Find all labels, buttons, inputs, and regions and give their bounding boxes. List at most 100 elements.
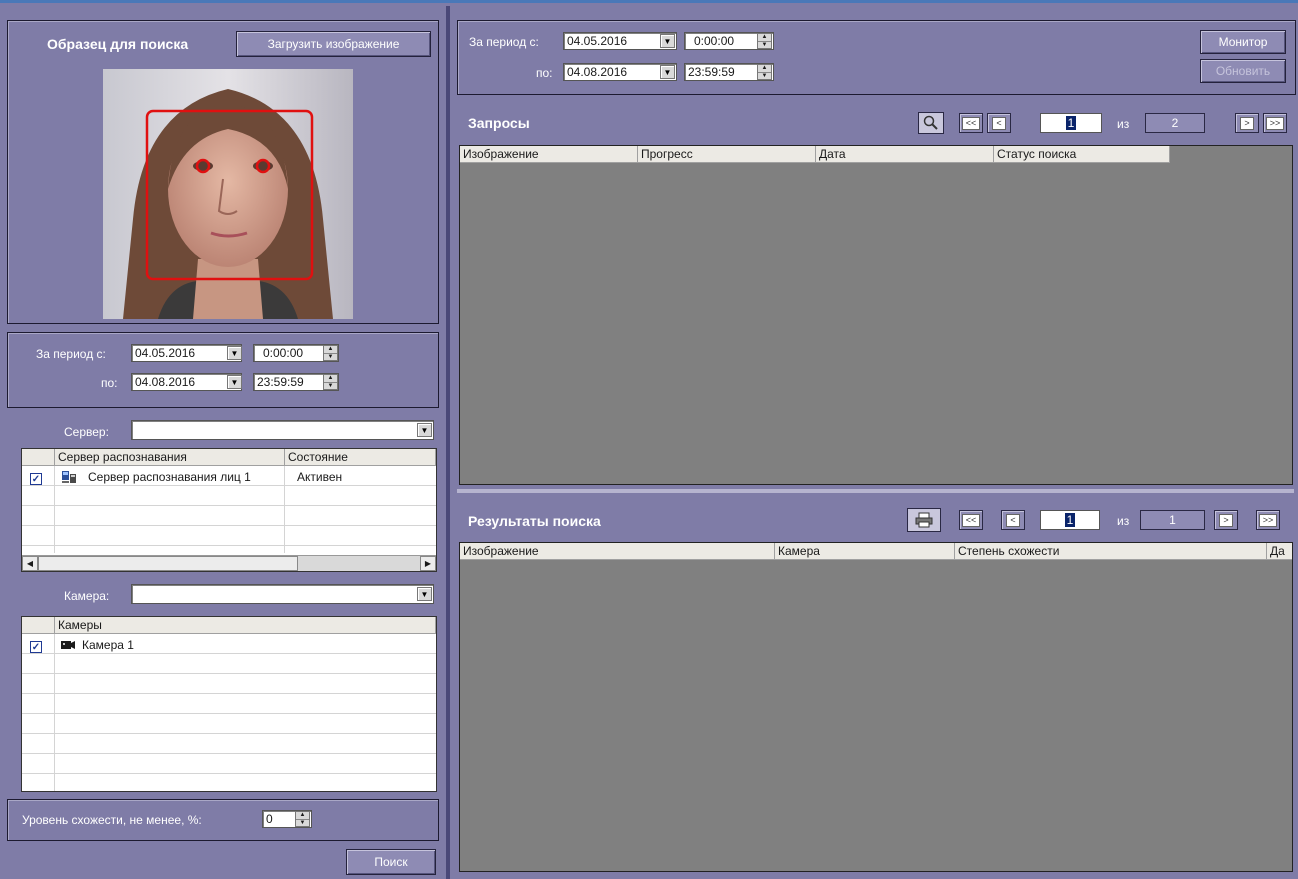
queries-first-page-button[interactable]: << [959,113,983,133]
list-item [22,714,436,734]
queries-page-value: 1 [1065,116,1077,130]
queries-last-page-button[interactable]: >> [1263,113,1287,133]
results-last-page-button[interactable]: >> [1256,510,1280,530]
queries-table: Изображение Прогресс Дата Статус поиска [459,145,1293,485]
queries-col-status[interactable]: Статус поиска [994,146,1170,163]
camera-row-name: Камера 1 [82,638,134,652]
queries-of-label: из [1117,117,1130,131]
results-page-value: 1 [1064,513,1076,527]
server-row-state: Активен [297,470,343,484]
queries-first-label: << [961,116,981,130]
results-title: Результаты поиска [468,513,601,529]
list-item [22,654,436,674]
queries-next-page-button[interactable]: > [1235,113,1259,133]
list-item [22,694,436,714]
upload-image-button[interactable]: Загрузить изображение [236,31,431,57]
server-row-name: Сервер распознавания лиц 1 [88,470,251,484]
queries-last-label: >> [1265,116,1285,130]
similarity-spinner[interactable]: ▲ ▼ [295,811,310,827]
top-accent-line [0,0,1298,3]
monitor-button[interactable]: Монитор [1200,30,1286,54]
left-from-time-spinner[interactable]: ▲ ▼ [323,345,338,361]
table-row [22,486,436,506]
right-to-time-spinner[interactable]: ▲ ▼ [757,64,772,80]
server-grid-hscrollbar[interactable]: ◀ ▶ [22,555,436,571]
results-last-label: >> [1258,513,1278,527]
camera-col-name[interactable]: Камеры [55,617,436,634]
left-to-date-input[interactable]: 04.08.2016 [131,373,242,391]
queries-page-input[interactable]: 1 [1040,113,1102,133]
camera-grid: Камеры ✓ Камера 1 [21,616,437,792]
left-to-date-dropdown[interactable]: ▼ [227,375,242,389]
server-dropdown-arrow[interactable]: ▼ [417,423,432,437]
right-from-label: За период с: [469,35,539,49]
camera-label: Камера: [64,589,110,603]
panel-splitter[interactable] [446,6,450,879]
list-item [22,674,436,694]
results-col-date[interactable]: Да [1267,543,1292,560]
queries-page-total: 2 [1145,113,1205,133]
table-row [22,506,436,526]
left-to-time-spinner[interactable]: ▲ ▼ [323,374,338,390]
left-to-label: по: [101,376,118,390]
camera-select[interactable] [131,584,434,604]
similarity-value: 0 [266,812,273,826]
left-from-time-value: 0:00:00 [263,346,304,360]
results-col-similarity[interactable]: Степень схожести [955,543,1267,560]
right-from-time-value: 0:00:00 [694,34,735,48]
face-photo-image [103,69,353,319]
right-from-time-spinner[interactable]: ▲ ▼ [757,33,772,49]
left-to-date-value: 04.08.2016 [135,375,196,389]
right-to-date-dropdown[interactable]: ▼ [660,65,675,79]
results-next-page-button[interactable]: > [1214,510,1238,530]
left-from-date-value: 04.05.2016 [135,346,196,360]
queries-next-label: > [1240,116,1254,130]
results-col-camera[interactable]: Камера [775,543,955,560]
list-item [22,774,436,791]
server-icon [61,468,77,486]
server-col-state[interactable]: Состояние [285,449,436,466]
scroll-thumb[interactable] [38,556,298,571]
sample-title: Образец для поиска [47,36,189,52]
server-row-checkbox[interactable]: ✓ [30,473,42,485]
scroll-left-icon[interactable]: ◀ [22,556,38,571]
queries-title: Запросы [468,115,530,131]
camera-row-checkbox[interactable]: ✓ [30,641,42,653]
results-prev-page-button[interactable]: < [1001,510,1025,530]
horizontal-splitter[interactable] [457,489,1294,493]
server-grid: Сервер распознавания Состояние ✓ Сервер … [21,448,437,572]
server-col-name[interactable]: Сервер распознавания [55,449,285,466]
print-icon[interactable] [907,508,941,532]
results-next-label: > [1219,513,1233,527]
queries-col-progress[interactable]: Прогресс [638,146,816,163]
right-from-date-value: 04.05.2016 [567,34,628,48]
left-to-time-value: 23:59:59 [257,375,304,389]
results-first-label: << [961,513,981,527]
left-from-label: За период с: [36,347,106,361]
right-from-date-dropdown[interactable]: ▼ [660,34,675,48]
server-grid-corner [22,449,55,466]
list-item [22,754,436,774]
queries-prev-page-button[interactable]: < [987,113,1011,133]
refresh-button: Обновить [1200,59,1286,83]
results-page-total: 1 [1140,510,1205,530]
results-prev-label: < [1006,513,1020,527]
left-from-date-dropdown[interactable]: ▼ [227,346,242,360]
camera-grid-corner [22,617,55,634]
server-select[interactable] [131,420,434,440]
queries-col-image[interactable]: Изображение [460,146,638,163]
query-search-icon[interactable] [918,112,944,134]
search-button[interactable]: Поиск [346,849,436,875]
results-of-label: из [1117,514,1130,528]
right-to-time-value: 23:59:59 [688,65,735,79]
results-col-image[interactable]: Изображение [460,543,775,560]
camera-dropdown-arrow[interactable]: ▼ [417,587,432,601]
queries-col-date[interactable]: Дата [816,146,994,163]
server-label: Сервер: [64,425,109,439]
left-from-date-input[interactable]: 04.05.2016 [131,344,242,362]
results-table: Изображение Камера Степень схожести Да [459,542,1293,872]
scroll-right-icon[interactable]: ▶ [420,556,436,571]
results-first-page-button[interactable]: << [959,510,983,530]
similarity-label: Уровень схожести, не менее, %: [22,813,202,827]
results-page-input[interactable]: 1 [1040,510,1100,530]
